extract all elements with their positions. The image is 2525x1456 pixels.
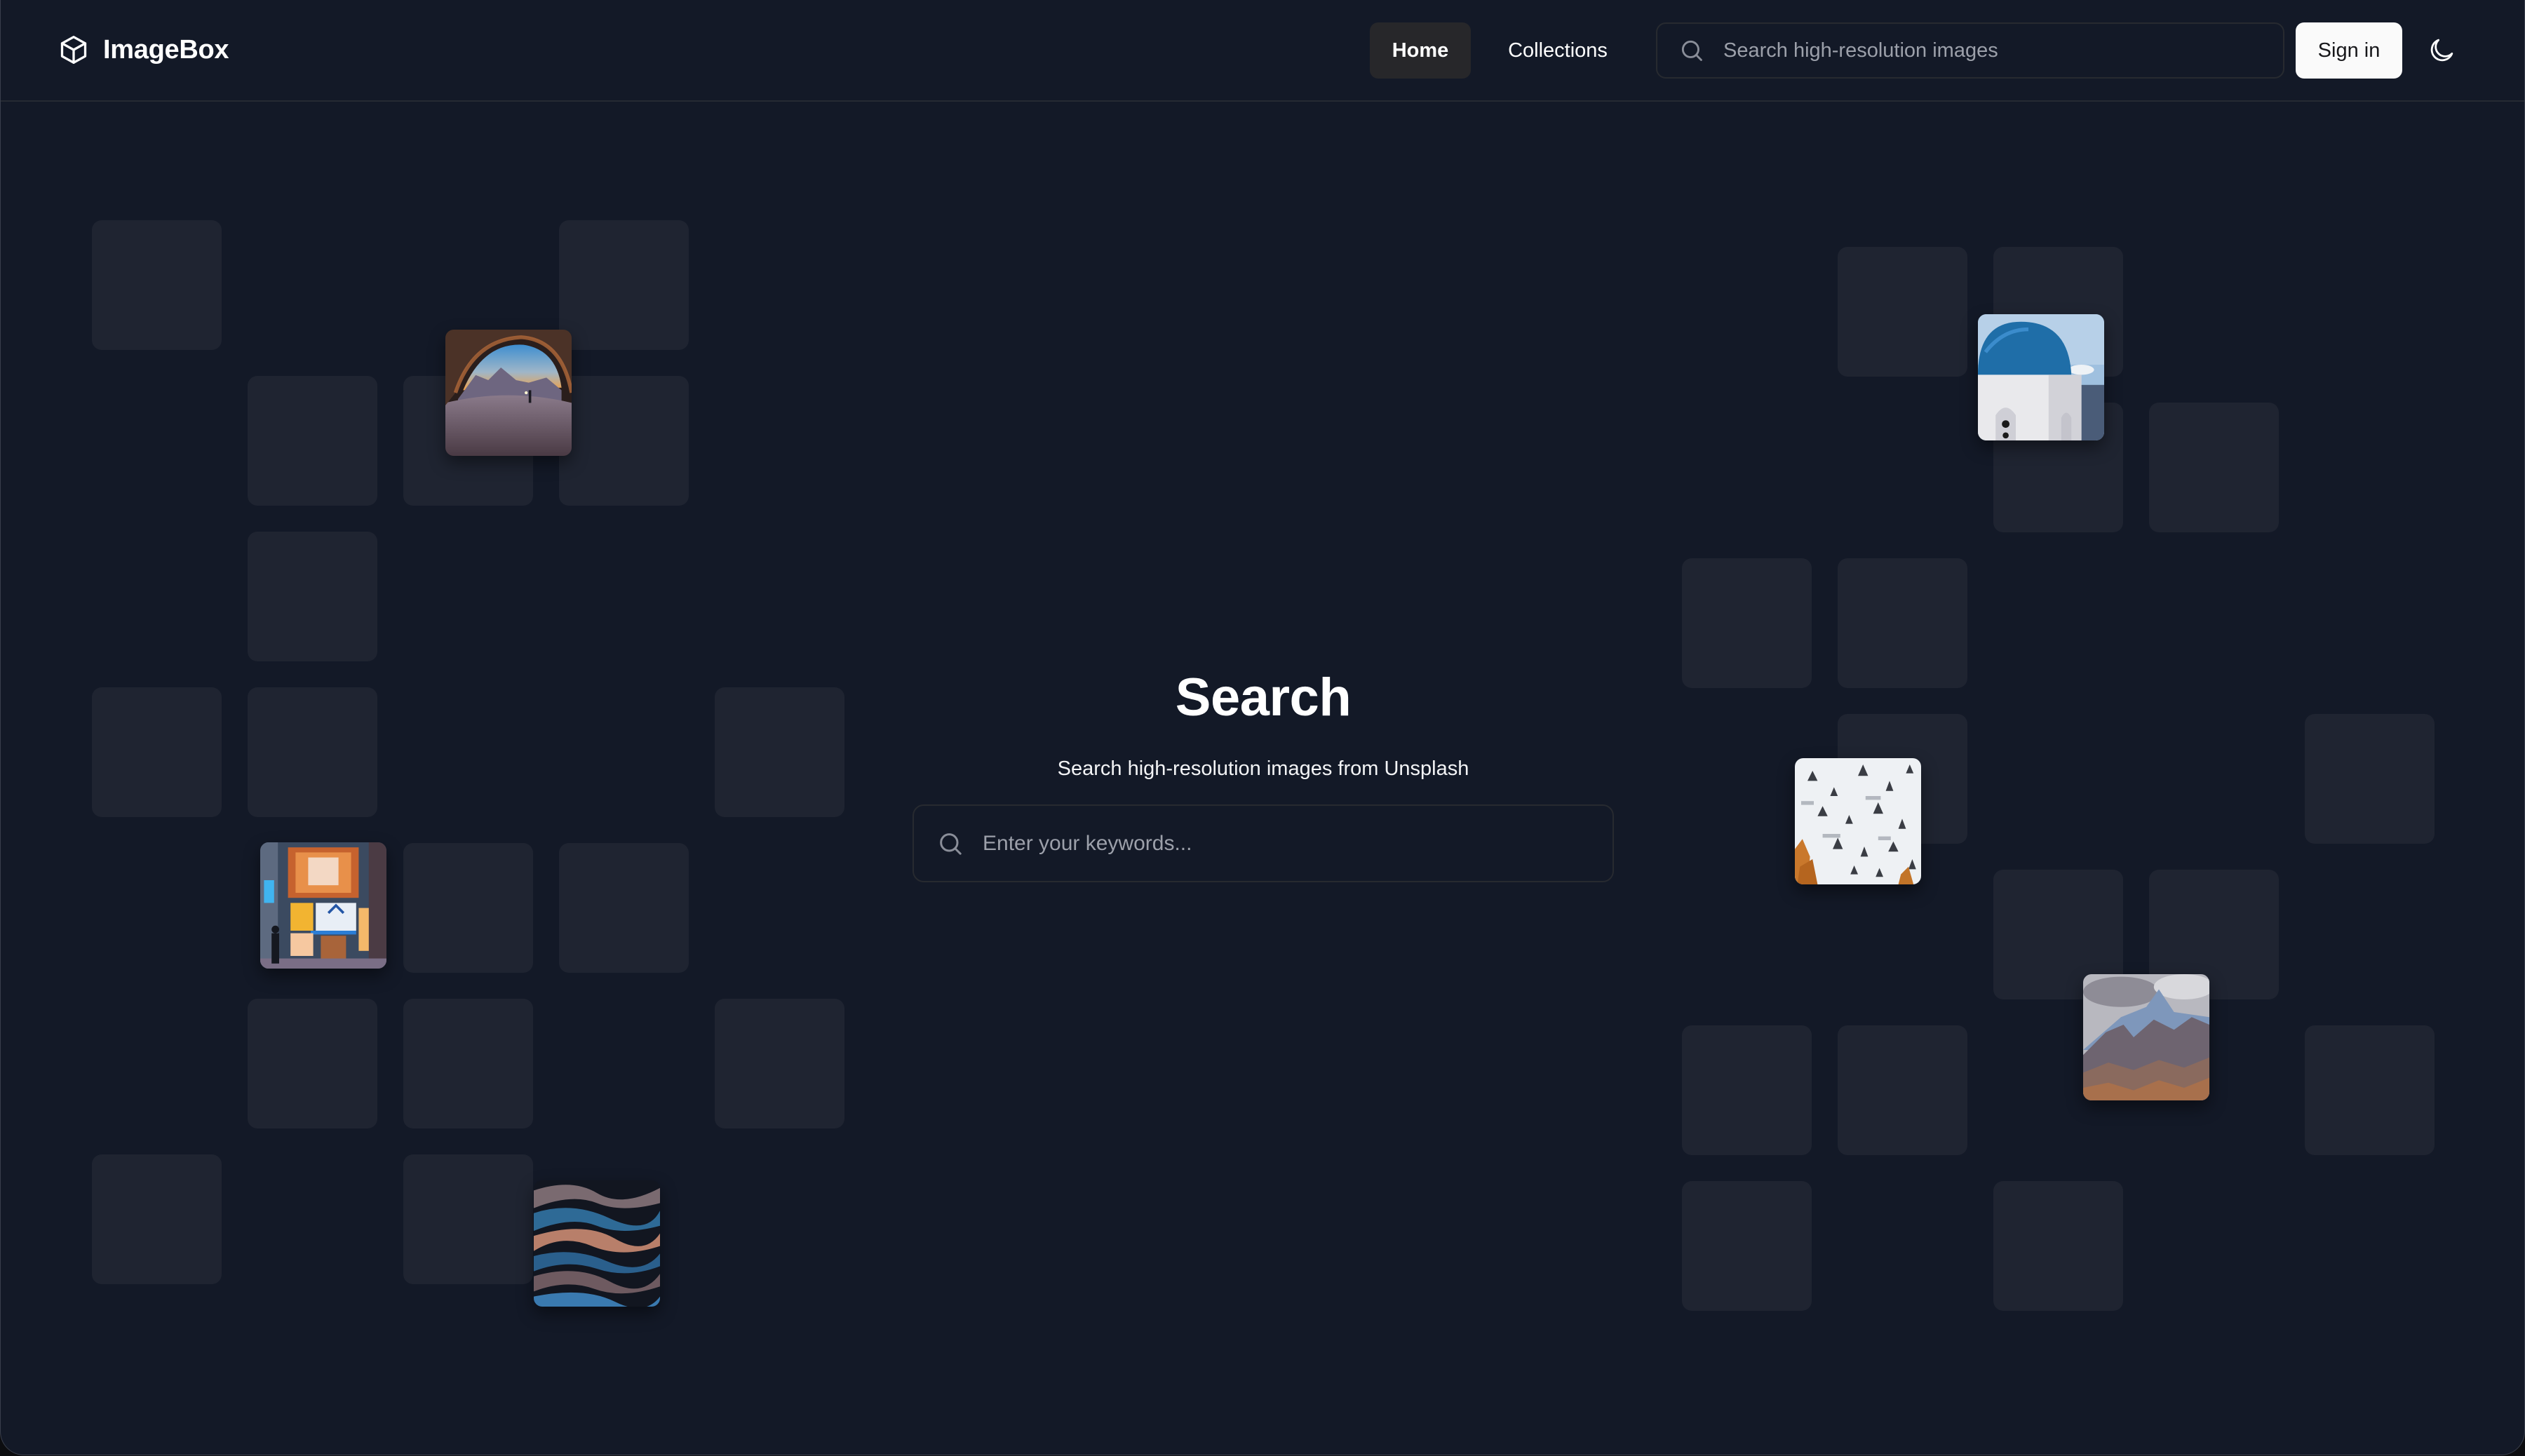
placeholder-tile bbox=[403, 999, 533, 1128]
nav-collections[interactable]: Collections bbox=[1490, 22, 1625, 79]
placeholder-tile bbox=[403, 843, 533, 973]
placeholder-tile bbox=[559, 376, 689, 506]
placeholder-tile bbox=[559, 843, 689, 973]
photo-snowy-forest[interactable] bbox=[1795, 758, 1921, 884]
top-navbar: ImageBox Home Collections Sign in bbox=[1, 0, 2524, 102]
placeholder-tile bbox=[715, 999, 844, 1128]
hero-section: Search Search high-resolution images fro… bbox=[913, 666, 1614, 783]
rocky-mountains-image bbox=[2083, 974, 2209, 1100]
brand-name: ImageBox bbox=[103, 35, 229, 65]
placeholder-tile bbox=[1838, 1025, 1967, 1155]
snowy-forest-image bbox=[1795, 758, 1921, 884]
sign-in-button[interactable]: Sign in bbox=[2296, 22, 2402, 79]
brand-logo[interactable]: ImageBox bbox=[58, 34, 229, 66]
placeholder-tile bbox=[248, 687, 377, 817]
nav-home-label: Home bbox=[1392, 39, 1449, 62]
header-search-box[interactable] bbox=[1656, 22, 2284, 79]
placeholder-tile bbox=[1993, 1181, 2123, 1311]
header-search-input[interactable] bbox=[1722, 38, 2283, 63]
placeholder-tile bbox=[2305, 1025, 2435, 1155]
placeholder-tile bbox=[559, 220, 689, 350]
placeholder-tile bbox=[1682, 558, 1812, 688]
placeholder-tile bbox=[1838, 558, 1967, 688]
search-icon bbox=[1681, 40, 1702, 61]
abstract-waves-image bbox=[534, 1180, 660, 1307]
placeholder-tile bbox=[403, 1154, 533, 1284]
theme-toggle-button[interactable] bbox=[2422, 31, 2461, 70]
placeholder-tile bbox=[92, 220, 222, 350]
photo-rocky-mountains[interactable] bbox=[2083, 974, 2209, 1100]
placeholder-tile bbox=[715, 687, 844, 817]
page-title: Search bbox=[1175, 668, 1352, 727]
night-street-image bbox=[260, 842, 386, 969]
cube-icon bbox=[60, 36, 87, 64]
photo-night-street[interactable] bbox=[260, 842, 386, 969]
placeholder-tile bbox=[2149, 403, 2279, 532]
placeholder-tile bbox=[92, 1154, 222, 1284]
nav-collections-label: Collections bbox=[1508, 39, 1608, 62]
santorini-dome-image bbox=[1978, 314, 2104, 440]
page-subtitle: Search high-resolution images from Unspl… bbox=[1057, 757, 1469, 780]
placeholder-tile bbox=[248, 532, 377, 661]
placeholder-tile bbox=[248, 376, 377, 506]
placeholder-tile bbox=[248, 999, 377, 1128]
sign-in-label: Sign in bbox=[2317, 39, 2381, 62]
placeholder-tile bbox=[92, 687, 222, 817]
placeholder-tile bbox=[2305, 714, 2435, 844]
photo-cave-arch[interactable] bbox=[445, 330, 572, 456]
photo-santorini-dome[interactable] bbox=[1978, 314, 2104, 440]
keyword-search-input[interactable] bbox=[981, 830, 1612, 856]
placeholder-tile bbox=[1682, 1181, 1812, 1311]
main-search-box[interactable] bbox=[913, 804, 1614, 882]
app-window: ImageBox Home Collections Sign in bbox=[0, 0, 2525, 1455]
moon-icon bbox=[2430, 39, 2453, 62]
placeholder-tile bbox=[1682, 1025, 1812, 1155]
cave-arch-image bbox=[445, 330, 572, 456]
photo-abstract-waves[interactable] bbox=[534, 1180, 660, 1307]
placeholder-tile bbox=[1838, 247, 1967, 377]
nav-home[interactable]: Home bbox=[1370, 22, 1471, 79]
search-icon bbox=[940, 833, 962, 855]
